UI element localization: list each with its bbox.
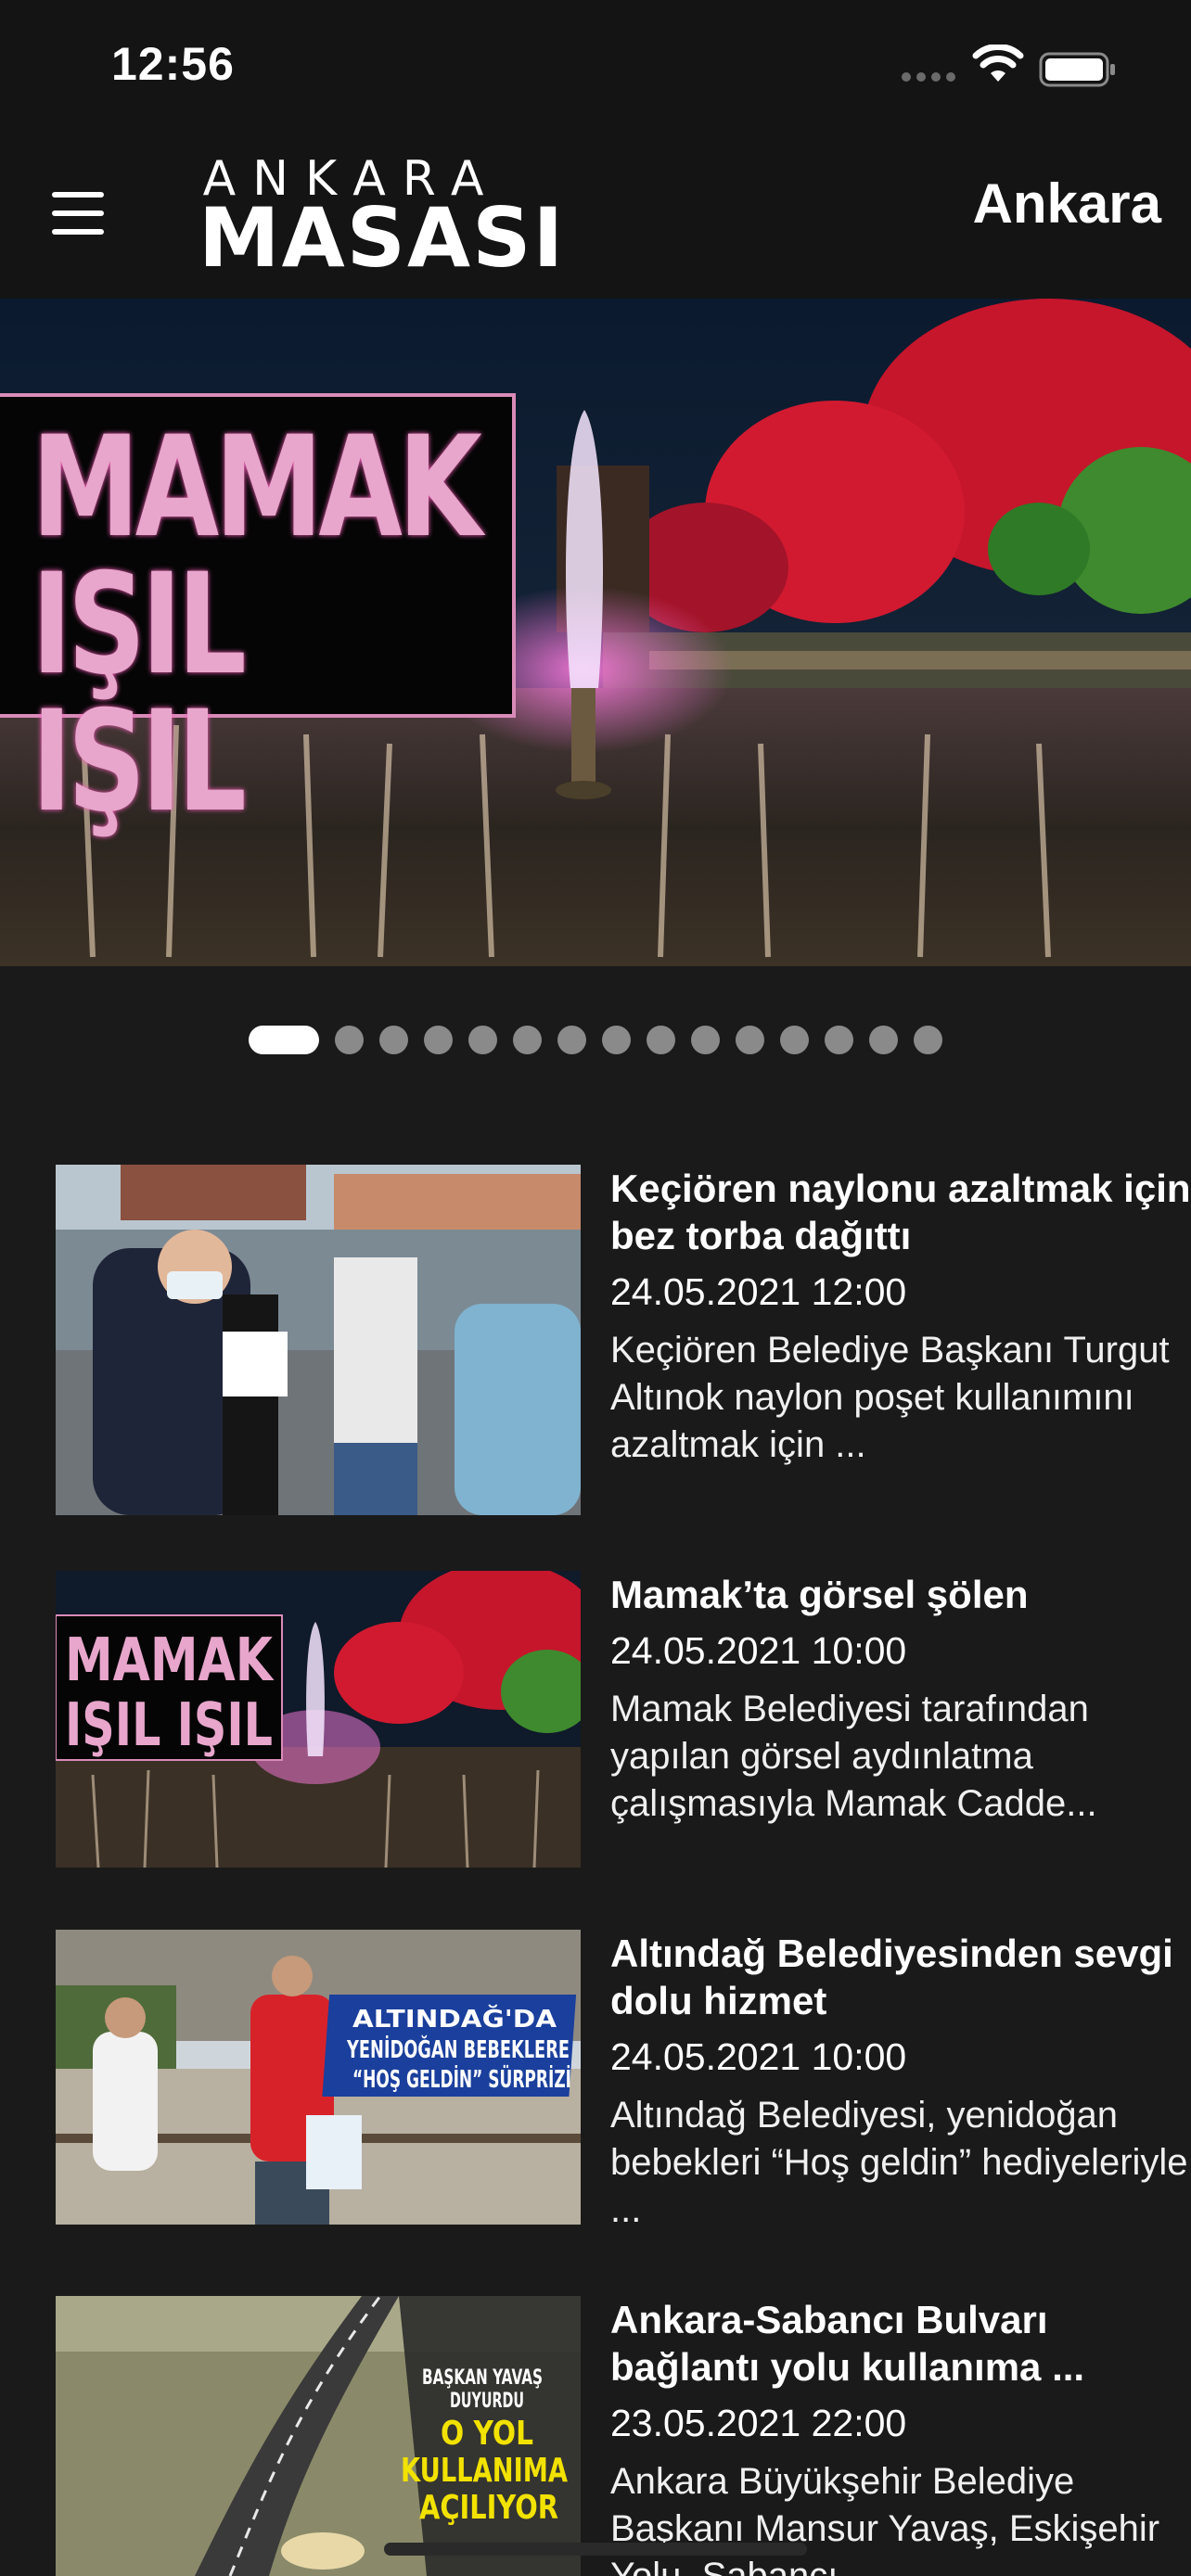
svg-text:DUYURDU: DUYURDU [450,2390,524,2413]
svg-text:AÇILIYOR: AÇILIYOR [419,2489,558,2527]
wifi-icon [972,45,1024,82]
pager-dot[interactable] [602,1026,631,1054]
hero-carousel[interactable]: MAMAK IŞIL IŞIL [0,299,1191,966]
news-item[interactable]: MAMAK IŞIL IŞIL Mamak’ta görsel şölen 24… [56,1571,1169,1868]
news-info: Keçiören naylonu azaltmak için bez torba… [610,1165,1191,1469]
svg-text:ALTINDAĞ'DA: ALTINDAĞ'DA [352,2004,557,2034]
news-title: Keçiören naylonu azaltmak için bez torba… [610,1167,1191,1257]
pager-dot-active[interactable] [249,1026,319,1054]
news-date: 23.05.2021 22:00 [610,2402,907,2444]
pager-dot[interactable] [869,1026,898,1054]
news-item[interactable]: Keçiören naylonu azaltmak için bez torba… [56,1165,1191,1515]
app-logo[interactable]: ANKARA MASASI [198,151,566,286]
pager-dot[interactable] [780,1026,809,1054]
status-bar: 12:56 [0,0,1191,134]
pager-dot[interactable] [379,1026,408,1054]
app-header: ANKARA MASASI Ankara [0,134,1191,299]
pager-dot[interactable] [736,1026,764,1054]
svg-text:IŞIL IŞIL: IŞIL IŞIL [65,1691,273,1760]
news-title: Mamak’ta görsel şölen [610,1573,1029,1616]
news-description: Mamak Belediyesi tarafından yapılan görs… [610,1689,1097,1824]
svg-text:O YOL: O YOL [441,2415,533,2453]
pager-dot[interactable] [513,1026,542,1054]
carousel-pager[interactable] [249,1026,942,1054]
news-date: 24.05.2021 10:00 [610,2035,907,2078]
news-info: Altındağ Belediyesinden sevgi dolu hizme… [610,1930,1191,2234]
menu-icon[interactable] [48,188,108,238]
logo-bottom-text: MASASI [198,190,566,286]
news-description: Altındağ Belediyesi, yenidoğan bebekleri… [610,2095,1188,2230]
news-title: Altındağ Belediyesinden sevgi dolu hizme… [610,1932,1173,2022]
news-thumbnail: BAŞKAN YAVAŞ DUYURDU O YOL KULLANIMA AÇI… [56,2296,581,2576]
home-indicator[interactable] [384,2543,807,2556]
pager-dot[interactable] [468,1026,497,1054]
hero-title-box: MAMAK IŞIL IŞIL [0,393,516,832]
news-item[interactable]: BAŞKAN YAVAŞ DUYURDU O YOL KULLANIMA AÇI… [56,2296,1169,2576]
svg-text:YENİDOĞAN BEBEKLERE: YENİDOĞAN BEBEKLERE [346,2034,570,2064]
news-info: Mamak’ta görsel şölen 24.05.2021 10:00 M… [610,1571,1191,1828]
pager-dot[interactable] [825,1026,853,1054]
svg-text:BAŞKAN YAVAŞ: BAŞKAN YAVAŞ [422,2366,543,2390]
city-selector[interactable]: Ankara [973,172,1161,236]
news-date: 24.05.2021 10:00 [610,1629,907,1672]
status-time: 12:56 [111,38,235,90]
pager-dot[interactable] [424,1026,453,1054]
pager-dot[interactable] [557,1026,586,1054]
news-thumbnail [56,1165,581,1515]
hero-title: MAMAK IŞIL IŞIL [32,407,482,843]
news-thumbnail: MAMAK IŞIL IŞIL [56,1571,581,1868]
pager-dot[interactable] [335,1026,364,1054]
news-thumbnail: ALTINDAĞ'DA YENİDOĞAN BEBEKLERE “HOŞ GEL… [56,1930,581,2225]
signal-icon [902,72,955,82]
svg-text:MAMAK: MAMAK [65,1626,275,1695]
pager-dot[interactable] [691,1026,720,1054]
news-item[interactable]: ALTINDAĞ'DA YENİDOĞAN BEBEKLERE “HOŞ GEL… [56,1930,1188,2230]
svg-text:KULLANIMA: KULLANIMA [401,2452,568,2490]
news-description: Keçiören Belediye Başkanı Turgut Altınok… [610,1330,1170,1465]
svg-text:“HOŞ GELDİN” SÜRPRİZİ: “HOŞ GELDİN” SÜRPRİZİ [352,2063,571,2094]
news-date: 24.05.2021 12:00 [610,1270,907,1313]
news-info: Ankara-Sabancı Bulvarı bağlantı yolu kul… [610,2296,1191,2576]
pager-dot[interactable] [647,1026,675,1054]
news-title: Ankara-Sabancı Bulvarı bağlantı yolu kul… [610,2298,1085,2389]
pager-dot[interactable] [914,1026,942,1054]
battery-icon [1039,52,1115,87]
news-description: Ankara Büyükşehir Belediye Başkanı Mansu… [610,2461,1160,2576]
